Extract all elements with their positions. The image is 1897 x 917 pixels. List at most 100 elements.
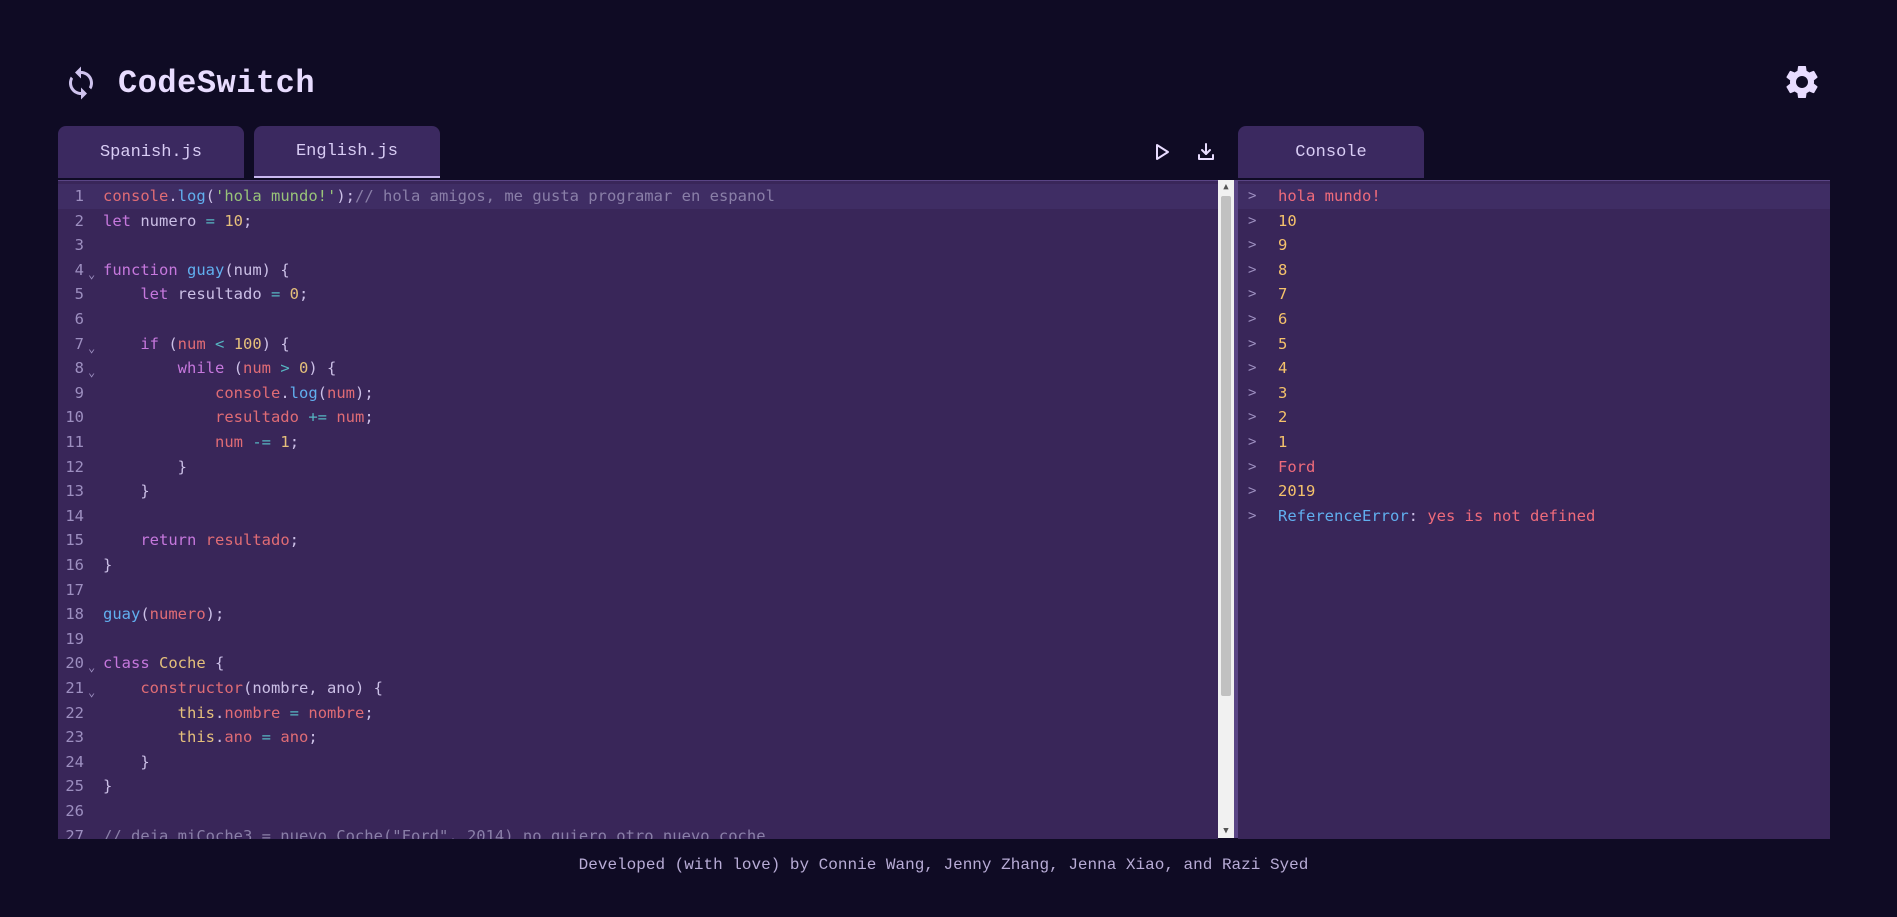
line-number: 9 <box>74 383 84 402</box>
code-line[interactable]: 22 this.nombre = nombre; <box>58 701 1218 726</box>
console-line: > ReferenceError: yes is not defined <box>1238 504 1830 529</box>
code-line[interactable]: 25} <box>58 774 1218 799</box>
editor-scrollbar[interactable]: ▲ ▼ <box>1218 180 1234 838</box>
code-line[interactable]: 19 <box>58 627 1218 652</box>
code-line[interactable]: 9 console.log(num); <box>58 381 1218 406</box>
code-line[interactable]: 11 num -= 1; <box>58 430 1218 455</box>
console-value: 4 <box>1278 359 1288 378</box>
code-text: constructor(nombre, ano) { <box>140 679 383 697</box>
line-number: 21 <box>65 679 84 697</box>
line-number: 8 <box>74 359 84 378</box>
chevron-right-icon: > <box>1248 188 1257 204</box>
chevron-right-icon: > <box>1248 311 1257 327</box>
code-text: } <box>103 457 187 476</box>
code-line[interactable]: 12 } <box>58 455 1218 480</box>
console-line: >2019 <box>1238 479 1830 504</box>
code-text: num -= 1; <box>214 433 300 451</box>
line-number: 22 <box>65 703 84 722</box>
line-number: 23 <box>65 728 84 747</box>
code-text: } <box>103 752 150 771</box>
console-line: >5 <box>1238 332 1830 357</box>
line-number: 17 <box>65 580 84 599</box>
code-line[interactable]: 16} <box>58 553 1218 578</box>
line-number: 7 <box>74 334 84 353</box>
code-line[interactable]: 23 this.ano = ano; <box>58 725 1218 750</box>
code-text: resultado += num; <box>214 408 374 427</box>
code-text: let numero = 10; <box>103 211 253 230</box>
footer-credits: Developed (with love) by Connie Wang, Je… <box>578 856 1309 874</box>
code-line[interactable]: 2 let numero = 10; <box>58 209 1218 234</box>
console-value: ReferenceError: yes is not defined <box>1278 506 1596 525</box>
line-number: 18 <box>65 605 84 624</box>
console-line: >6 <box>1238 307 1830 332</box>
scroll-thumb[interactable] <box>1221 196 1231 696</box>
console-value: 10 <box>1278 211 1297 230</box>
code-line[interactable]: 18 guay(numero); <box>58 602 1218 627</box>
console-line: >8 <box>1238 258 1830 283</box>
code-text: // deja miCoche3 = nuevo Coche("Ford", 2… <box>103 826 766 839</box>
console-line: >1 <box>1238 430 1830 455</box>
chevron-right-icon: > <box>1248 212 1257 229</box>
sync-icon <box>58 60 104 106</box>
play-icon[interactable] <box>1148 138 1176 166</box>
console-line: >9 <box>1238 233 1830 258</box>
code-line[interactable]: 4 ⌄ function guay(num) { <box>58 258 1218 283</box>
line-number: 6 <box>74 310 84 328</box>
line-number: 26 <box>65 802 84 820</box>
line-number: 2 <box>74 211 84 230</box>
code-text: while (num > 0) { <box>177 359 337 378</box>
console-output: > hola mundo! >10 >9 >8 >7 >6 >5 >4 >3 >2 >1 > Ford >2… <box>1238 180 1830 839</box>
chevron-right-icon: > <box>1248 286 1257 303</box>
code-line[interactable]: 5 let resultado = 0; <box>58 282 1218 307</box>
console-value: 7 <box>1278 285 1288 304</box>
code-line[interactable]: 10 resultado += num; <box>58 405 1218 430</box>
code-line[interactable]: 27 // deja miCoche3 = nuevo Coche("Ford",… <box>58 824 1218 839</box>
app-title: CodeSwitch <box>118 64 316 102</box>
line-number: 11 <box>65 433 84 451</box>
code-line[interactable]: 21 ⌄ constructor(nombre, ano) { <box>58 676 1218 701</box>
tab-english[interactable]: English.js <box>254 126 440 178</box>
code-line[interactable]: 1 console.log('hola mundo!');// hola amig… <box>58 184 1218 209</box>
console-value: 6 <box>1278 310 1288 328</box>
chevron-right-icon: > <box>1248 237 1257 254</box>
chevron-right-icon: > <box>1248 458 1257 475</box>
console-value: 3 <box>1278 383 1288 402</box>
line-number: 27 <box>65 826 84 839</box>
scroll-up-arrow-icon[interactable]: ▲ <box>1218 180 1234 194</box>
chevron-right-icon: > <box>1248 409 1257 426</box>
scroll-down-arrow-icon[interactable]: ▼ <box>1218 824 1234 838</box>
line-number: 13 <box>65 482 84 501</box>
line-number: 25 <box>65 777 84 796</box>
console-value: 2019 <box>1278 482 1316 501</box>
code-line[interactable]: 24 } <box>58 750 1218 775</box>
chevron-right-icon: > <box>1248 335 1257 352</box>
gear-icon[interactable] <box>1782 62 1822 102</box>
line-number: 3 <box>74 236 84 255</box>
tab-spanish[interactable]: Spanish.js <box>58 126 244 178</box>
code-editor[interactable]: 1 console.log('hola mundo!');// hola amig… <box>58 180 1218 839</box>
code-line[interactable]: 8 ⌄ while (num > 0) { <box>58 356 1218 381</box>
console-value: 2 <box>1278 408 1288 427</box>
code-line[interactable]: 3 <box>58 233 1218 258</box>
code-line[interactable]: 6 <box>58 307 1218 332</box>
console-line: >7 <box>1238 282 1830 307</box>
console-value: 1 <box>1278 433 1288 451</box>
line-number: 24 <box>65 752 84 771</box>
code-line[interactable]: 13 } <box>58 479 1218 504</box>
line-number: 4 <box>74 260 84 279</box>
console-line: >2 <box>1238 405 1830 430</box>
code-line[interactable]: 7 ⌄ if (num < 100) { <box>58 332 1218 357</box>
console-value: hola mundo! <box>1278 187 1381 205</box>
code-line[interactable]: 17 <box>58 578 1218 603</box>
code-line[interactable]: 26 <box>58 799 1218 824</box>
line-number: 10 <box>65 408 84 427</box>
chevron-right-icon: > <box>1248 360 1257 377</box>
code-text: class Coche { <box>103 654 225 673</box>
code-line[interactable]: 20 ⌄ class Coche { <box>58 651 1218 676</box>
tab-console[interactable]: Console <box>1238 126 1424 178</box>
code-line[interactable]: 15 return resultado; <box>58 528 1218 553</box>
console-line: >4 <box>1238 356 1830 381</box>
code-text: } <box>103 777 113 796</box>
download-icon[interactable] <box>1192 138 1220 166</box>
code-line[interactable]: 14 <box>58 504 1218 529</box>
